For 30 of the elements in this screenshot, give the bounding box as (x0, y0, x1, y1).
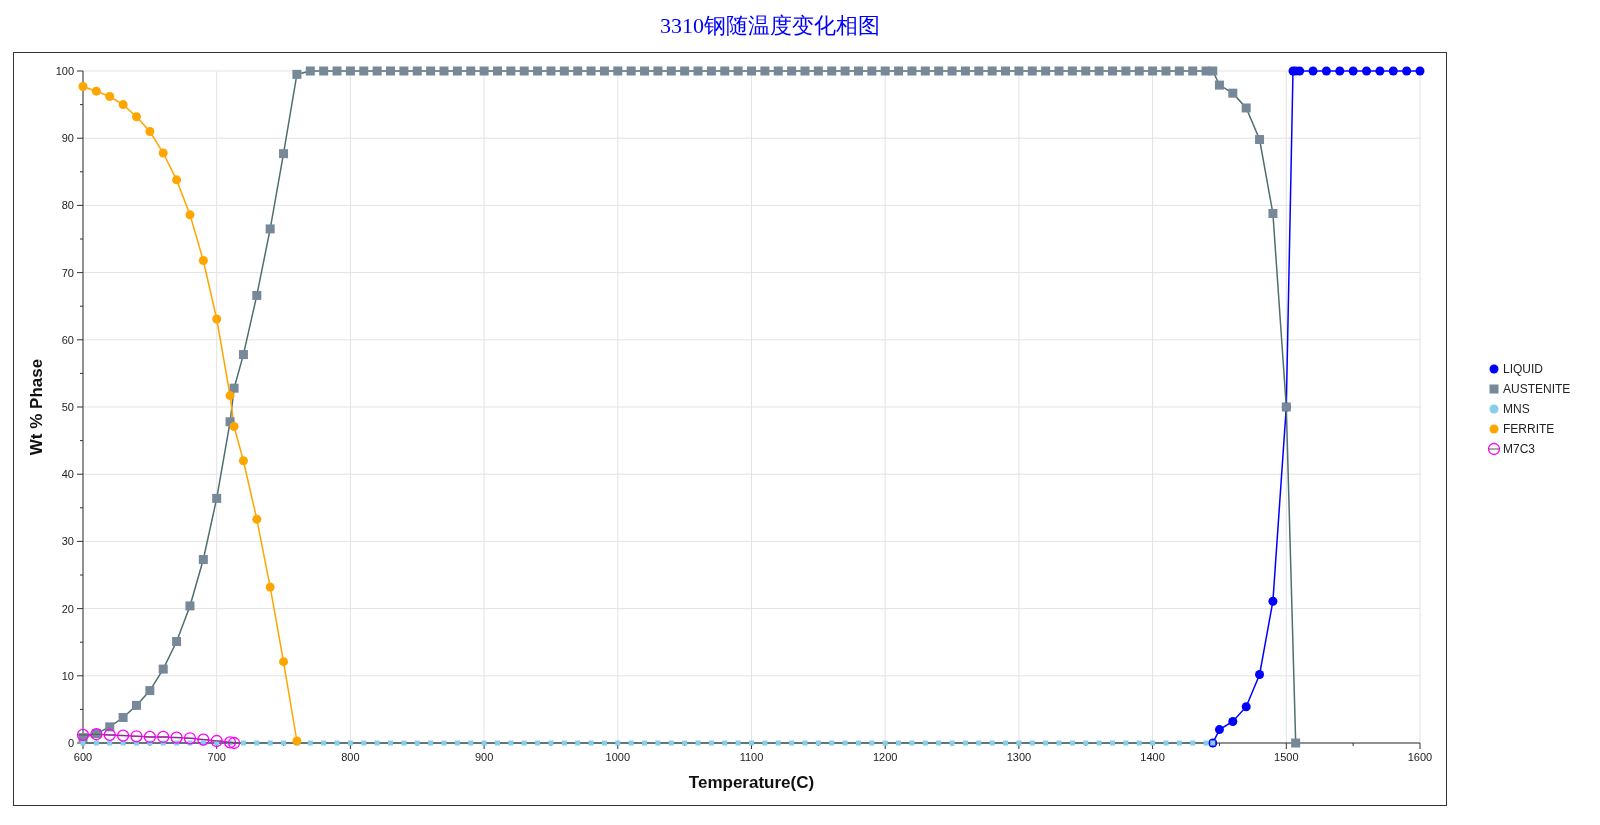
tick-label: 600 (73, 751, 93, 763)
tick-label: 1400 (1140, 751, 1165, 763)
tick-label: 10 (61, 669, 74, 682)
tick-label: 1300 (1006, 751, 1032, 763)
tick-label: 80 (61, 199, 74, 212)
tick-label: 60 (61, 333, 74, 346)
legend-label: M7C3 (1503, 442, 1535, 456)
legend-label: MNS (1503, 402, 1530, 416)
axis-title: Temperature(C) (688, 773, 815, 792)
tick-label: 0 (67, 737, 74, 749)
tick-label: 800 (341, 751, 360, 763)
tick-label: 1100 (739, 751, 764, 763)
tick-label: 1600 (1407, 751, 1433, 763)
tick-label: 40 (61, 468, 74, 481)
tick-label: 700 (207, 751, 226, 763)
legend-label: AUSTENITE (1503, 382, 1571, 396)
tick-label: 30 (61, 535, 74, 548)
axis-title: Wt % Phase (27, 358, 46, 456)
tick-label: 90 (61, 132, 74, 145)
tick-label: 1000 (605, 751, 631, 763)
chart-title: 3310钢随温度变化相图 (659, 12, 881, 40)
tick-label: 900 (474, 751, 494, 763)
tick-label: 1200 (872, 751, 898, 763)
legend-label: LIQUID (1503, 362, 1543, 376)
tick-label: 70 (61, 266, 74, 279)
tick-label: 1500 (1274, 751, 1299, 763)
legend-label: FERRITE (1503, 422, 1555, 436)
tick-label: 100 (55, 65, 74, 77)
tick-label: 50 (61, 401, 74, 413)
tick-label: 20 (61, 602, 74, 615)
